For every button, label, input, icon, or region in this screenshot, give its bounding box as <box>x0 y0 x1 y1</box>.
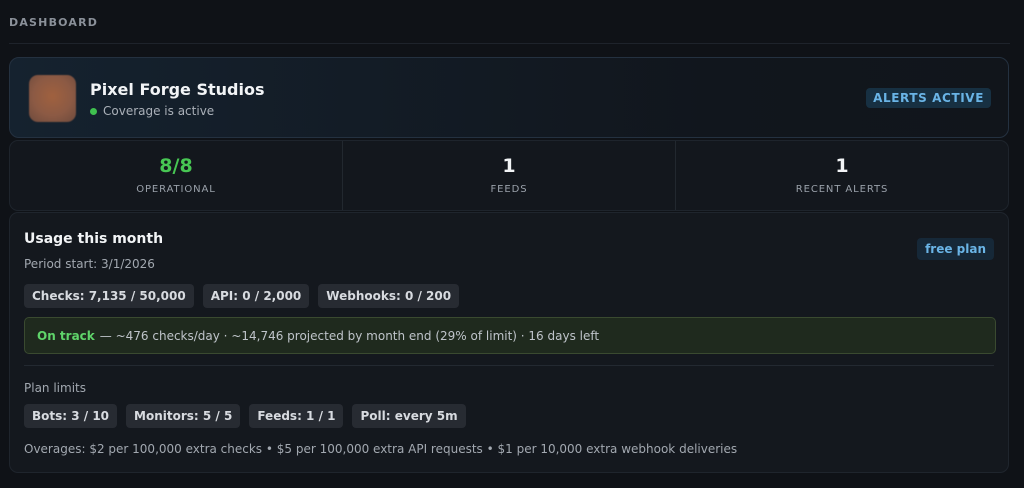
stat-value: 8/8 <box>159 155 193 177</box>
period-start: Period start: 3/1/2026 <box>24 257 155 271</box>
divider <box>24 365 994 366</box>
usage-chips: Checks: 7,135 / 50,000 API: 0 / 2,000 We… <box>24 284 460 308</box>
status-dot-icon <box>90 107 97 115</box>
org-name: Pixel Forge Studios <box>90 80 265 99</box>
limit-chip-bots: Bots: 3 / 10 <box>24 404 118 428</box>
section-label-dashboard: DASHBOARD <box>9 16 99 29</box>
usage-title: Usage this month <box>24 231 164 247</box>
on-track-banner: On track — ~476 checks/day · ~14,746 pro… <box>24 317 996 354</box>
limit-chip-poll: Poll: every 5m <box>352 404 466 428</box>
track-detail: — ~476 checks/day · ~14,746 projected by… <box>99 328 600 343</box>
plan-badge[interactable]: free plan <box>917 238 994 260</box>
stat-operational: 8/8 OPERATIONAL <box>10 141 343 210</box>
avatar <box>29 75 76 122</box>
coverage-status-text: Coverage is active <box>103 104 215 118</box>
stat-label: FEEDS <box>490 184 528 195</box>
coverage-status: Coverage is active <box>90 104 214 118</box>
overages-text: Overages: $2 per 100,000 extra checks • … <box>24 442 738 456</box>
limit-chips: Bots: 3 / 10 Monitors: 5 / 5 Feeds: 1 / … <box>24 404 466 428</box>
divider <box>9 43 1010 44</box>
usage-chip-api: API: 0 / 2,000 <box>202 284 310 308</box>
alerts-active-badge: ALERTS ACTIVE <box>866 88 991 108</box>
stat-value: 1 <box>835 155 849 177</box>
usage-chip-checks: Checks: 7,135 / 50,000 <box>24 284 194 308</box>
limit-chip-feeds: Feeds: 1 / 1 <box>249 404 344 428</box>
track-status: On track <box>37 328 95 343</box>
usage-chip-webhooks: Webhooks: 0 / 200 <box>318 284 460 308</box>
plan-limits-label: Plan limits <box>24 381 86 395</box>
limit-chip-monitors: Monitors: 5 / 5 <box>126 404 241 428</box>
usage-card: Usage this month Period start: 3/1/2026 … <box>9 212 1009 473</box>
org-card: Pixel Forge Studios Coverage is active A… <box>9 57 1009 138</box>
stat-feeds: 1 FEEDS <box>343 141 676 210</box>
stat-label: OPERATIONAL <box>136 184 216 195</box>
stat-value: 1 <box>502 155 516 177</box>
stat-label: RECENT ALERTS <box>795 184 889 195</box>
stat-recent-alerts: 1 RECENT ALERTS <box>676 141 1008 210</box>
stats-bar: 8/8 OPERATIONAL 1 FEEDS 1 RECENT ALERTS <box>9 140 1009 211</box>
